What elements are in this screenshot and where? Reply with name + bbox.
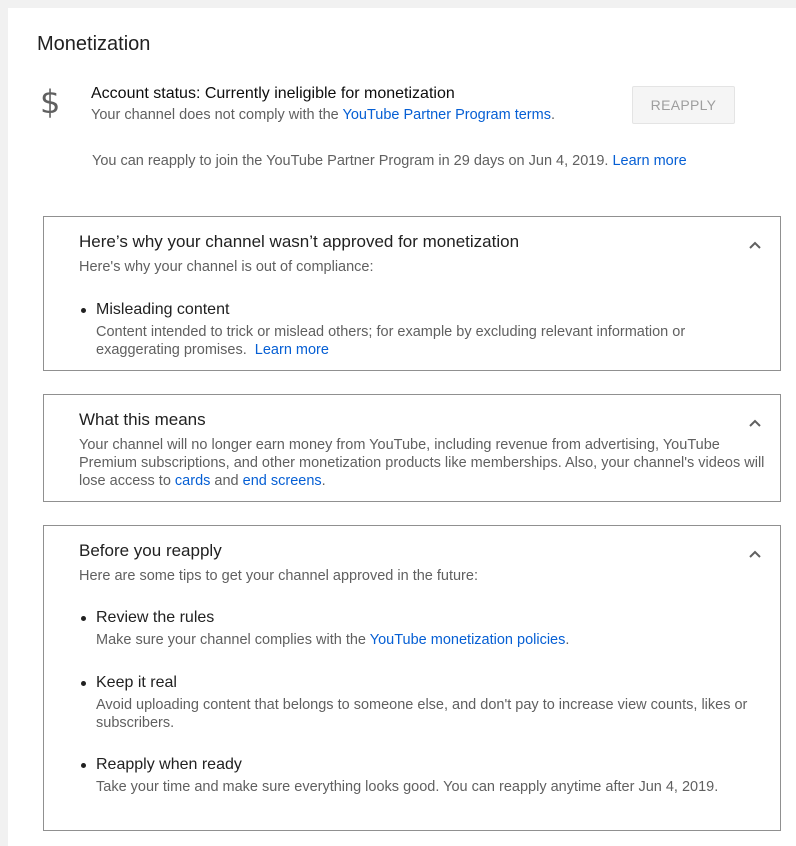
what-this-means-card: What this means Your channel will no lon…	[43, 394, 781, 502]
bullet-title: Keep it real	[96, 674, 177, 691]
page-title: Monetization	[37, 33, 151, 55]
bullet-title: Misleading content	[96, 301, 230, 318]
why-card-subtitle: Here's why your channel is out of compli…	[79, 259, 374, 275]
misleading-learn-more-link[interactable]: Learn more	[255, 342, 329, 358]
why-card-title: Here’s why your channel wasn’t approved …	[79, 232, 520, 251]
bullet-body-suffix: .	[565, 632, 570, 648]
list-item-keep-it-real: Keep it real Avoid uploading content tha…	[79, 674, 768, 734]
monetization-policies-link[interactable]: YouTube monetization policies	[370, 632, 566, 648]
list-item-reapply-when-ready: Reapply when ready Take your time and ma…	[79, 756, 768, 798]
status-sub-suffix: .	[550, 107, 555, 123]
monetization-page: Monetization $ Account status: Currently…	[8, 8, 796, 846]
dollar-icon: $	[40, 83, 61, 121]
bullet-icon	[81, 681, 86, 686]
chevron-up-icon[interactable]	[748, 416, 762, 430]
bullet-body: Make sure your channel complies with the…	[96, 631, 768, 649]
bullet-body-text: Content intended to trick or mislead oth…	[96, 324, 686, 358]
bullet-icon	[81, 763, 86, 768]
before-card-subtitle: Here are some tips to get your channel a…	[79, 568, 478, 584]
bullet-title: Review the rules	[96, 609, 215, 626]
bullet-body: Avoid uploading content that belongs to …	[96, 697, 748, 731]
before-card-title: Before you reapply	[79, 541, 222, 560]
list-item-misleading-content: Misleading content Content intended to t…	[79, 301, 768, 361]
reapply-note: You can reapply to join the YouTube Part…	[92, 153, 687, 169]
bullet-icon	[81, 308, 86, 313]
means-card-title: What this means	[79, 410, 206, 429]
means-period: .	[321, 473, 326, 489]
end-screens-link[interactable]: end screens	[243, 473, 322, 489]
chevron-up-icon[interactable]	[748, 238, 762, 252]
reapply-learn-more-link[interactable]: Learn more	[612, 153, 686, 169]
before-you-reapply-card: Before you reapply Here are some tips to…	[43, 525, 781, 831]
bullet-icon	[81, 616, 86, 621]
reapply-button[interactable]: REAPPLY	[632, 86, 735, 124]
partner-program-terms-link[interactable]: YouTube Partner Program terms	[343, 107, 551, 123]
account-status-description: Your channel does not comply with the Yo…	[91, 107, 555, 123]
cards-link[interactable]: cards	[175, 473, 210, 489]
list-item-review-rules: Review the rules Make sure your channel …	[79, 609, 768, 651]
why-not-approved-card: Here’s why your channel wasn’t approved …	[43, 216, 781, 371]
bullet-body: Take your time and make sure everything …	[96, 779, 719, 795]
account-status-title: Account status: Currently ineligible for…	[91, 85, 455, 102]
bullet-title: Reapply when ready	[96, 756, 242, 773]
reapply-note-text: You can reapply to join the YouTube Part…	[92, 153, 609, 169]
bullet-body: Content intended to trick or mislead oth…	[96, 323, 768, 359]
bullet-body-text: Make sure your channel complies with the	[96, 632, 370, 648]
means-and-text: and	[210, 473, 243, 489]
status-sub-prefix: Your channel does not comply with the	[91, 107, 343, 123]
means-card-body: Your channel will no longer earn money f…	[79, 436, 768, 490]
chevron-up-icon[interactable]	[748, 547, 762, 561]
